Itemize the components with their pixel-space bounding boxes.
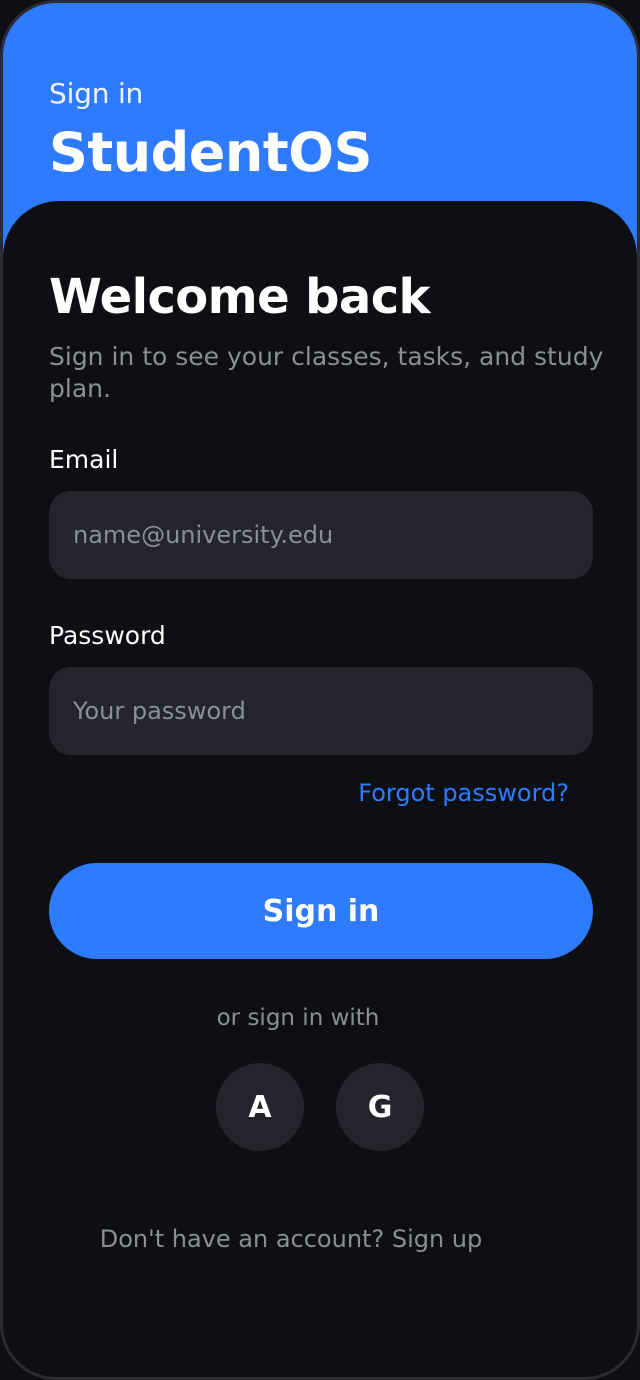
password-field[interactable]	[49, 667, 593, 755]
sign-in-button[interactable]: Sign in	[49, 863, 593, 959]
welcome-title: Welcome back	[49, 269, 430, 325]
header-subtitle: Sign in	[49, 77, 144, 110]
welcome-subtitle: Sign in to see your classes, tasks, and …	[49, 342, 604, 403]
email-field[interactable]	[49, 491, 593, 579]
device-frame: Sign in StudentOS Welcome back Sign in t…	[0, 0, 640, 1380]
signup-prompt-text: Don't have an account?	[99, 1225, 385, 1253]
app-title: StudentOS	[49, 121, 372, 184]
signup-prompt: Don't have an account? Sign up	[3, 1225, 579, 1253]
social-signin-a-button[interactable]: A	[216, 1063, 304, 1151]
forgot-password-link[interactable]: Forgot password?	[358, 779, 569, 807]
sign-up-link[interactable]: Sign up	[392, 1225, 482, 1253]
social-signin-g-button[interactable]: G	[336, 1063, 424, 1151]
signin-card: Welcome back Sign in to see your classes…	[3, 201, 637, 1377]
email-label: Email	[49, 445, 119, 474]
social-divider-text: or sign in with	[216, 1005, 380, 1031]
password-label: Password	[49, 621, 166, 650]
